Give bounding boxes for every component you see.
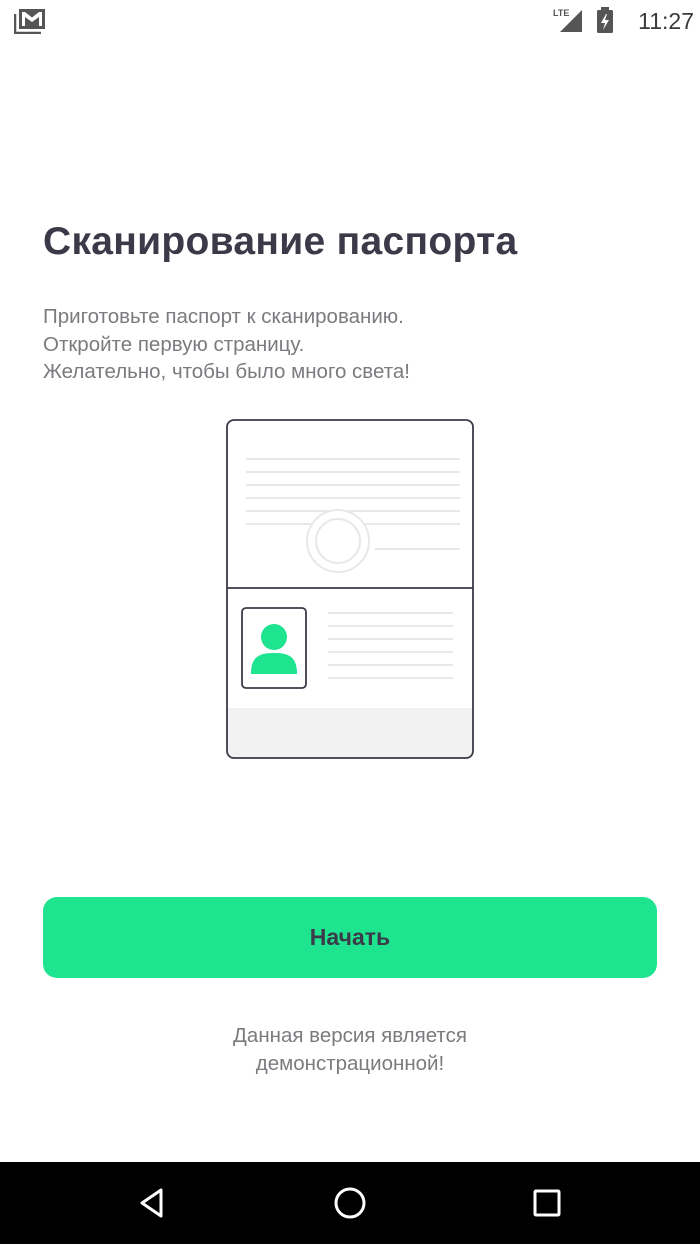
passport-icon [226, 419, 474, 759]
lte-signal-icon: LTE [553, 8, 582, 32]
back-icon[interactable] [133, 1183, 173, 1223]
passport-scan-screen: LTE 11:27 Сканирование паспорта Приготов… [0, 0, 700, 1244]
home-icon[interactable] [330, 1183, 370, 1223]
start-button[interactable]: Начать [43, 897, 657, 978]
instruction-line: Желательно, чтобы было много света! [43, 360, 410, 383]
status-bar: LTE 11:27 [0, 0, 700, 44]
demo-note-line: Данная версия является [233, 1024, 467, 1047]
instructions-text: Приготовьте паспорт к сканированию. Откр… [43, 303, 663, 386]
gmail-icon [14, 9, 45, 34]
instruction-line: Приготовьте паспорт к сканированию. [43, 305, 404, 328]
battery-charging-icon [597, 7, 613, 33]
recents-icon[interactable] [527, 1183, 567, 1223]
demo-note-line: демонстрационной! [255, 1052, 445, 1075]
status-time: 11:27 [638, 8, 694, 34]
instruction-line: Откройте первую страницу. [43, 332, 305, 356]
page-title: Сканирование паспорта [43, 220, 518, 263]
demo-version-note: Данная версия является демонстрационной! [100, 1022, 600, 1078]
lte-label: LTE [553, 8, 569, 18]
navigation-bar [0, 1162, 700, 1244]
